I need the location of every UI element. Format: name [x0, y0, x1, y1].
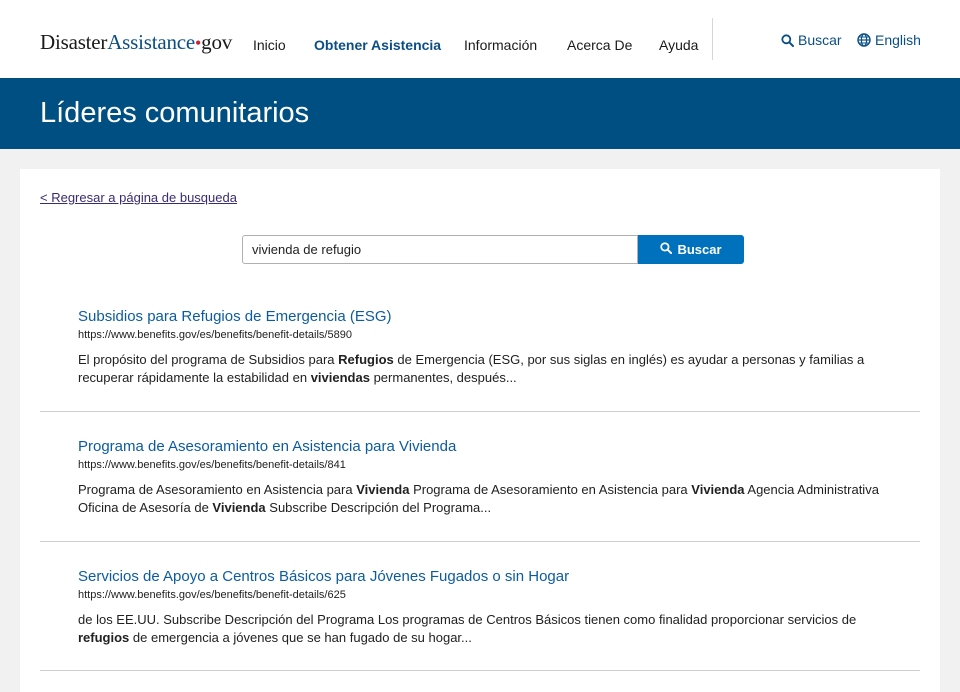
back-to-search-link[interactable]: < Regresar a página de busqueda	[40, 190, 237, 205]
description-text: Subscribe Descripción del Programa...	[265, 500, 492, 515]
result-divider	[40, 411, 920, 412]
highlighted-keyword: Vivienda	[691, 482, 745, 497]
description-text: Programa de Asesoramiento en Asistencia …	[409, 482, 692, 497]
result-title-link[interactable]: Programa de Asesoramiento en Asistencia …	[78, 438, 456, 455]
nav-item-inicio[interactable]: Inicio	[253, 37, 286, 53]
logo-text-gov: gov	[201, 30, 233, 54]
search-icon	[660, 242, 673, 257]
highlighted-keyword: Vivienda	[356, 482, 410, 497]
result-url: https://www.benefits.gov/es/benefits/ben…	[78, 459, 346, 471]
logo-text-assistance: Assistance	[107, 30, 196, 54]
nav-item-acerca-de[interactable]: Acerca De	[567, 37, 632, 53]
logo-text-disaster: Disaster	[40, 30, 108, 54]
search-button[interactable]: Buscar	[638, 235, 744, 264]
description-text: de emergencia a jóvenes que se han fugad…	[129, 630, 472, 645]
search-input[interactable]	[242, 235, 638, 264]
search-button-label: Buscar	[677, 242, 722, 257]
nav-item-ayuda[interactable]: Ayuda	[659, 37, 698, 53]
header-search-label: Buscar	[798, 32, 842, 48]
description-text: permanentes, después...	[369, 370, 517, 385]
nav-divider	[712, 18, 713, 60]
description-text: de los EE.UU. Subscribe Descripción del …	[78, 612, 857, 627]
page-banner: Líderes comunitarios	[0, 78, 960, 149]
nav-item-obtener-asistencia[interactable]: Obtener Asistencia	[314, 37, 441, 53]
highlighted-keyword: Refugios	[338, 352, 394, 367]
description-text: Programa de Asesoramiento en Asistencia …	[78, 482, 357, 497]
result-title-link[interactable]: Servicios de Apoyo a Centros Básicos par…	[78, 568, 569, 585]
result-description: de los EE.UU. Subscribe Descripción del …	[78, 611, 888, 647]
site-logo[interactable]: DisasterAssistance•gov	[40, 30, 232, 55]
site-header: DisasterAssistance•gov Inicio Obtener As…	[0, 0, 960, 78]
result-description: El propósito del programa de Subsidios p…	[78, 351, 888, 387]
highlighted-keyword: viviendas	[310, 370, 370, 385]
globe-icon	[857, 33, 871, 47]
nav-item-informacion[interactable]: Información	[464, 37, 537, 53]
result-url: https://www.benefits.gov/es/benefits/ben…	[78, 589, 346, 601]
language-label: English	[875, 32, 921, 48]
highlighted-keyword: Vivienda	[212, 500, 266, 515]
language-toggle[interactable]: English	[857, 32, 921, 48]
highlighted-keyword: refugios	[78, 630, 130, 645]
result-divider	[40, 541, 920, 542]
description-text: El propósito del programa de Subsidios p…	[78, 352, 339, 367]
result-title-link[interactable]: Subsidios para Refugios de Emergencia (E…	[78, 308, 392, 325]
result-description: Programa de Asesoramiento en Asistencia …	[78, 481, 888, 517]
result-url: https://www.benefits.gov/es/benefits/ben…	[78, 329, 352, 341]
page-title: Líderes comunitarios	[40, 97, 310, 129]
result-divider	[40, 670, 920, 671]
header-search-link[interactable]: Buscar	[781, 32, 842, 48]
search-icon	[781, 33, 794, 47]
